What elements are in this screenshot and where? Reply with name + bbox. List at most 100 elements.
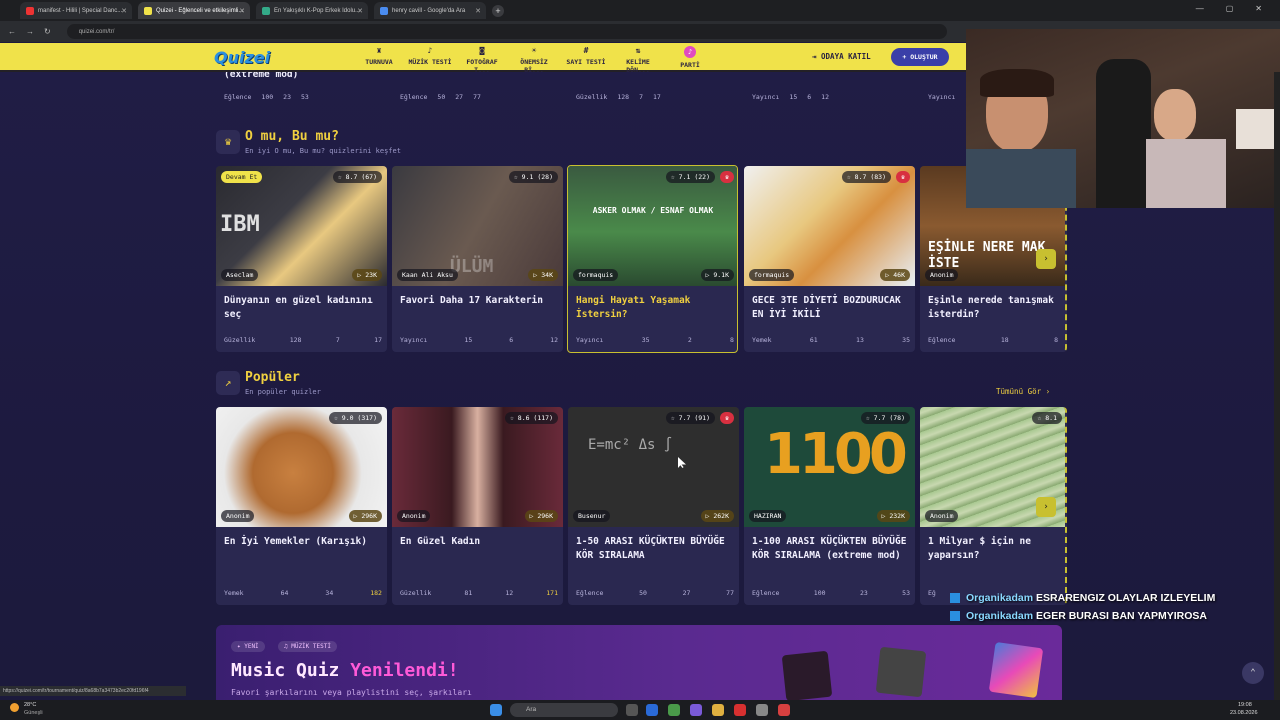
quiz-title: 1-100 ARASI KÜÇÜKTEN BÜYÜĞE KÖR SIRALAMA… xyxy=(752,536,907,561)
music-quiz-banner[interactable]: ✦ YENİ ♫ MÜZİK TESTİ Music Quiz Yenilend… xyxy=(216,625,1062,705)
link-status-bar: https://quizei.com/tr/tournament/quiz/8a… xyxy=(0,686,186,696)
banner-title-a: Music Quiz xyxy=(231,660,351,681)
author-badge: formaquis xyxy=(573,269,619,281)
bulb-icon: ☀ xyxy=(531,46,537,55)
quiz-title: GECE 3TE DİYETİ BOZDURUCAK EN İYİ İKİLİ xyxy=(752,295,901,320)
nav-label: MÜZİK TESTİ xyxy=(408,58,452,66)
section-title: Popüler xyxy=(245,370,300,385)
thumbnail-text: IBM xyxy=(220,212,260,237)
comment-count: 27 xyxy=(682,589,691,597)
app-icon[interactable] xyxy=(756,704,768,716)
section-title: O mu, Bu mu? xyxy=(245,129,339,144)
taskbar-search[interactable]: Ara xyxy=(510,703,618,717)
comment-count: 23 xyxy=(859,589,868,597)
rating-badge: ☆ 8.1 xyxy=(1032,412,1062,424)
close-window-icon[interactable]: ✕ xyxy=(1255,4,1262,13)
maximize-icon[interactable]: ▢ xyxy=(1226,4,1234,13)
category: Yayıncı xyxy=(928,93,956,101)
thumbnail-text: E=mc² Δs ∫ xyxy=(588,437,673,453)
gaming-chair xyxy=(1096,59,1151,208)
app-icon[interactable] xyxy=(734,704,746,716)
nav-tournament[interactable]: ♜ TURNUVA xyxy=(354,46,404,66)
reload-icon[interactable]: ↻ xyxy=(44,27,51,36)
enter-icon: ⇥ xyxy=(812,52,822,61)
nav-word-turn[interactable]: ⇅ KELİME DÖN... xyxy=(613,46,663,74)
like-count: 12 xyxy=(550,336,558,344)
category: Eğlence xyxy=(400,93,428,101)
carousel-next-button[interactable]: › xyxy=(1036,497,1056,517)
rating-badge: ☆ 7.7 (91) xyxy=(665,412,715,424)
comment-count: 8 xyxy=(1054,336,1058,344)
chat-message: Organikadam ESRARENGIZ OLAYLAR IZLEYELIM xyxy=(950,592,1215,604)
quiz-card[interactable]: E=mc² Δs ∫ ☆ 7.7 (91) ♛ Busenur ▷ 262K 1… xyxy=(568,407,739,605)
file-explorer-icon[interactable] xyxy=(712,704,724,716)
nav-label: ÖNEMSİZ Bİ... xyxy=(520,58,548,74)
question-count: 100 xyxy=(261,93,274,101)
quiz-card[interactable]: IBM Devam Et ☆ 8.7 (67) Aseclam ▷ 23K Dü… xyxy=(216,166,387,352)
question-count: 35 xyxy=(641,336,650,344)
nav-photo-test[interactable]: ◙ FOTOĞRAF T... xyxy=(457,46,507,74)
url-field[interactable]: quizei.com/tr/ xyxy=(66,24,947,39)
join-room-button[interactable]: ⇥ ODAYA KATIL xyxy=(812,52,871,61)
browser-tab-2[interactable]: Quizei - Eğlenceli ve etkileşimli... ✕ xyxy=(138,2,250,19)
category: Yemek xyxy=(224,589,244,597)
windows-taskbar: 28°C Güneşli Ara 19:08 23.08.2026 xyxy=(0,700,1280,720)
question-count: 100 xyxy=(813,589,826,597)
create-button[interactable]: + OLUŞTUR xyxy=(891,48,949,66)
like-count: 182 xyxy=(370,589,382,597)
forward-icon[interactable]: → xyxy=(26,27,34,36)
banner-subtitle: Favori şarkılarını veya playlistini seç,… xyxy=(231,688,472,697)
question-count: 50 xyxy=(639,589,647,597)
quiz-card[interactable]: 1100 ☆ 7.7 (78) HAZIRAN ▷ 232K 1-100 ARA… xyxy=(744,407,915,605)
author-badge: Anonim xyxy=(925,269,959,281)
new-tab-button[interactable]: + xyxy=(492,4,504,17)
quiz-card-hovered[interactable]: ASKER OLMAK / ESNAF OLMAK ☆ 7.1 (22) ♛ f… xyxy=(567,165,738,353)
task-view-icon[interactable] xyxy=(626,704,638,716)
close-tab-icon[interactable]: ✕ xyxy=(357,7,363,15)
carousel-next-button[interactable]: › xyxy=(1036,249,1056,269)
browser-tab-4[interactable]: henry cavill - Google'da Ara ✕ xyxy=(374,2,486,19)
quiz-thumbnail: ASKER OLMAK / ESNAF OLMAK ☆ 7.1 (22) ♛ f… xyxy=(568,166,737,286)
close-tab-icon[interactable]: ✕ xyxy=(121,7,127,15)
quiz-title: Dünyanın en güzel kadınını seç xyxy=(224,295,373,320)
plays-badge: ▷ 232K xyxy=(876,510,910,522)
edge-icon[interactable] xyxy=(646,704,658,716)
see-all-link[interactable]: Tümünü Gör › xyxy=(996,387,1050,396)
comment-count: 34 xyxy=(325,589,334,597)
like-count: 12 xyxy=(821,93,829,101)
browser-tab-3[interactable]: En Yakışıklı K-Pop Erkek Idolu... ✕ xyxy=(256,2,368,19)
quiz-title: Hangi Hayatı Yaşamak İstersin? xyxy=(576,295,691,320)
close-tab-icon[interactable]: ✕ xyxy=(239,7,245,15)
quiz-thumbnail: IBM Devam Et ☆ 8.7 (67) Aseclam ▷ 23K xyxy=(216,166,387,286)
weather-temp: 28°C xyxy=(24,702,37,708)
browser-tab-1[interactable]: manifest - Hilili | Special Danc... ✕ xyxy=(20,2,132,19)
site-logo[interactable]: Quizei xyxy=(214,48,270,67)
quiz-card[interactable]: ☆ 9.0 (317) Anonim ▷ 296K En İyi Yemekle… xyxy=(216,407,387,605)
back-icon[interactable]: ← xyxy=(8,27,16,36)
nav-number-test[interactable]: # SAYI TESTİ xyxy=(561,46,611,66)
crown-icon: ♛ xyxy=(216,130,240,154)
close-tab-icon[interactable]: ✕ xyxy=(475,7,481,15)
quiz-meta: Yayıncı 15 6 12 xyxy=(400,336,558,344)
quiz-card[interactable]: ☆ 8.7 (83) ♛ formaquis ▷ 46K GECE 3TE Dİ… xyxy=(744,166,915,352)
obs-icon[interactable] xyxy=(778,704,790,716)
discord-icon[interactable] xyxy=(690,704,702,716)
streamer-hair xyxy=(980,69,1054,97)
quiz-card[interactable]: ÜLÜM ☆ 9.1 (28) Kaan Ali Aksu ▷ 34K Favo… xyxy=(392,166,563,352)
category: Eğlence xyxy=(576,589,604,597)
plays-badge: ▷ 34K xyxy=(528,269,558,281)
windows-start-icon[interactable] xyxy=(490,704,502,716)
thumbnail-text: ASKER OLMAK / ESNAF OLMAK xyxy=(592,206,714,215)
tab-title: En Yakışıklı K-Pop Erkek Idolu... xyxy=(274,7,361,14)
partial-card-meta: Yayıncı 15 6 12 xyxy=(752,93,829,101)
quiz-card[interactable]: ☆ 8.6 (117) Anonim ▷ 296K En Güzel Kadın… xyxy=(392,407,563,605)
nav-music-test[interactable]: ♪ MÜZİK TESTİ xyxy=(405,46,455,66)
partial-card-meta: Güzellik 128 7 17 xyxy=(576,93,661,101)
author-badge: Kaan Ali Aksu xyxy=(397,269,458,281)
minimize-icon[interactable]: — xyxy=(1196,4,1204,13)
nav-trivia[interactable]: ☀ ÖNEMSİZ Bİ... xyxy=(509,46,559,74)
nav-party[interactable]: ♪ PARTİ xyxy=(665,46,715,69)
page-scrollbar[interactable] xyxy=(1274,72,1280,700)
scroll-to-top-button[interactable]: ⌃ xyxy=(1242,662,1264,684)
chrome-icon[interactable] xyxy=(668,704,680,716)
